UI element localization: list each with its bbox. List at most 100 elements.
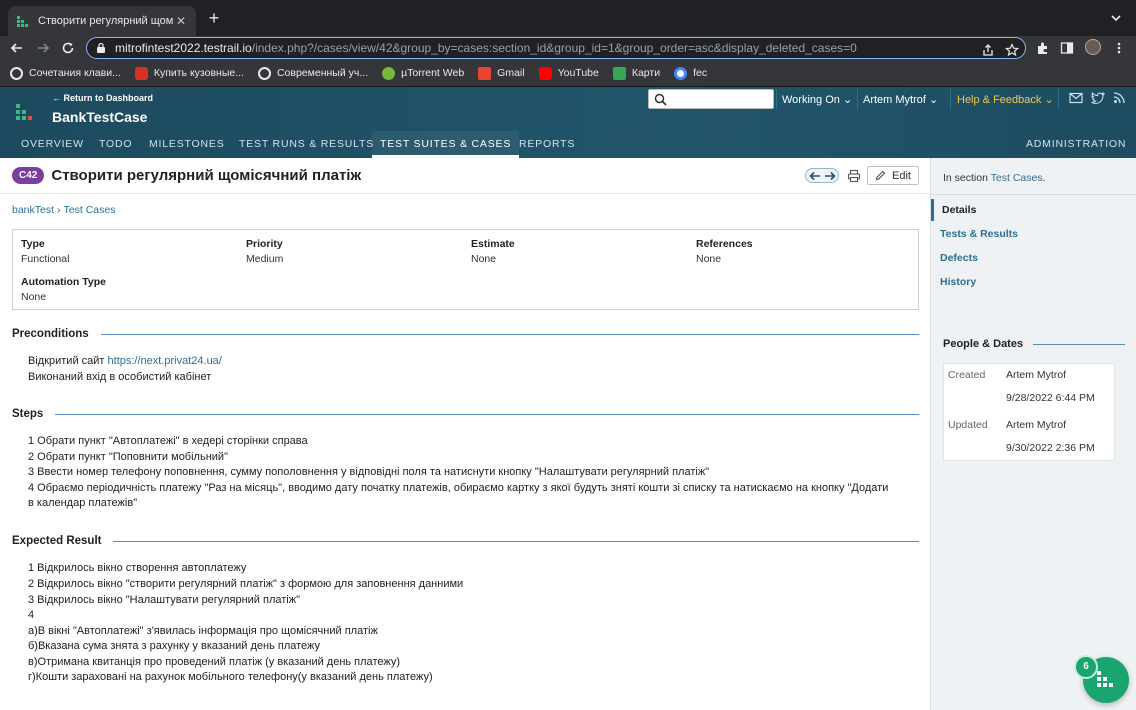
nav-milestones[interactable]: MILESTONES [149,131,225,158]
section-title: Preconditions [12,328,89,340]
working-on-menu[interactable]: Working On ⌄ [782,93,852,106]
in-section-link[interactable]: Test Cases [991,172,1043,184]
field-value: None [471,253,497,265]
precondition-link[interactable]: https://next.privat24.ua/ [108,355,222,367]
bookmark-star-icon[interactable] [1005,43,1019,57]
chevron-down-icon: ⌄ [929,94,939,106]
forward-icon[interactable] [35,40,51,56]
nav-reports[interactable]: REPORTS [519,131,575,158]
profile-avatar[interactable] [1085,39,1101,55]
section-divider [55,413,919,415]
nav-overview[interactable]: OVERVIEW [21,131,84,158]
header-search-input[interactable] [648,89,774,109]
expected-line: а)В вікні "Автоплатежі" з'явилась інформ… [28,625,378,637]
step-line: 3 Ввести номер телефону поповнення, сумм… [28,466,710,478]
expected-line: 1 Відкрилось вікно створення автоплатежу [28,562,247,574]
side-panel-icon[interactable] [1060,41,1074,55]
bookmark-item[interactable]: Современный уч... [257,66,368,80]
chevron-down-icon: ⌄ [842,94,853,106]
expected-line: 3 Відкрилось вікно "Налаштувати регулярн… [28,594,300,606]
precondition-line: Відкритий сайт https://next.privat24.ua/ [28,355,222,367]
header-divider [950,89,951,109]
created-label: Created [948,369,986,381]
print-icon[interactable] [847,169,861,183]
url-text: mitrofintest2022.testrail.io/index.php?/… [115,41,857,55]
rss-icon[interactable] [1113,92,1127,104]
testrail-logo-icon[interactable] [16,104,34,122]
field-label: Priority [246,238,283,250]
header-divider [1058,89,1059,109]
step-line: 2 Обрати пункт "Поповнити мобільний" [28,451,228,463]
address-bar[interactable]: mitrofintest2022.testrail.io/index.php?/… [86,37,1026,59]
chrome-menu-icon[interactable] [1112,41,1126,55]
breadcrumb-project-link[interactable]: bankTest [12,204,54,216]
bookmark-item[interactable]: Gmail [478,66,525,80]
testrail-logo-icon [1097,671,1113,687]
expected-result-header: Expected Result [12,535,919,547]
bookmark-item[interactable]: Купить кузовные... [134,66,244,80]
browser-tab-strip: Створити регулярний щомісячний платіж - … [0,0,1136,36]
bookmark-item[interactable]: µTorrent Web [382,66,464,80]
preconditions-header: Preconditions [12,328,919,340]
search-icon [654,93,667,106]
car-icon [134,66,148,80]
project-name[interactable]: BankTestCase [52,109,147,125]
bookmark-item[interactable]: YouTube [538,66,599,80]
page-title: Створити регулярний щомісячний платіж [51,167,362,184]
case-main-content: C42 Створити регулярний щомісячний платі… [0,158,930,710]
sidebar-tab-tests-results[interactable]: Tests & Results [931,223,1136,245]
created-by: Artem Mytrof [1006,369,1067,381]
share-icon[interactable] [981,43,995,57]
tab-search-chevron-icon[interactable] [1108,10,1124,26]
twitter-icon[interactable] [1091,92,1105,104]
arrow-left-icon[interactable] [809,171,821,181]
nav-todo[interactable]: TODO [99,131,132,158]
pencil-icon [875,170,886,181]
sidebar-divider [931,194,1136,195]
utorrent-icon [382,66,396,80]
arrow-right-icon[interactable] [824,171,836,181]
expected-line: в)Отримана квитанція про проведений плат… [28,656,400,668]
breadcrumb: bankTest › Test Cases [12,204,115,216]
browser-tab-title: Створити регулярний щомісячний платіж - … [38,15,174,27]
notification-count-badge[interactable]: 6 [1074,655,1098,679]
mail-icon[interactable] [1069,92,1083,104]
reload-icon[interactable] [60,40,76,56]
breadcrumb-separator: › [57,204,61,216]
return-to-dashboard-link[interactable]: ← Return to Dashboard [52,93,153,103]
header-divider [776,89,777,109]
google-icon [674,66,688,80]
sidebar-tab-details[interactable]: Details [931,199,1136,221]
browser-tab[interactable]: Створити регулярний щомісячний платіж - … [8,6,196,36]
section-title: Expected Result [12,535,102,547]
maps-icon [612,66,626,80]
help-feedback-menu[interactable]: Help & Feedback ⌄ [957,93,1054,106]
field-priority: Priority Medium [246,238,283,265]
back-icon[interactable] [9,40,25,56]
testrail-header: ← Return to Dashboard BankTestCase Worki… [0,87,1136,158]
section-divider [100,333,919,335]
field-estimate: Estimate None [471,238,515,265]
case-fields-box: Type Functional Priority Medium Estimate… [12,229,919,310]
nav-administration[interactable]: ADMINISTRATION [1026,131,1126,158]
bookmark-item[interactable]: Сочетания клави... [10,66,121,80]
sidebar-tab-history[interactable]: History [931,271,1136,293]
user-menu[interactable]: Artem Mytrof ⌄ [863,93,938,106]
bookmark-item[interactable]: Карти [612,66,660,80]
globe-icon [10,66,23,80]
bookmark-item[interactable]: fec [674,66,707,80]
nav-test-runs-results[interactable]: TEST RUNS & RESULTS [239,131,374,158]
breadcrumb-section-link[interactable]: Test Cases [64,204,116,216]
step-line: 4 Обраємо періодичність платежу "Раз на … [28,482,889,494]
edit-button[interactable]: Edit [867,166,919,185]
lock-icon[interactable] [95,42,107,54]
tab-close-icon[interactable]: ✕ [174,14,188,28]
bookmarks-bar: Сочетания клави... Купить кузовные... Со… [0,60,1136,87]
field-label: Type [21,238,45,250]
sidebar-tab-defects[interactable]: Defects [931,247,1136,269]
nav-test-suites-cases[interactable]: TEST SUITES & CASES [372,131,520,158]
extensions-puzzle-icon[interactable] [1036,41,1050,55]
people-dates-box: Created Artem Mytrof 9/28/2022 6:44 PM U… [943,363,1115,461]
new-tab-icon[interactable]: + [204,8,224,28]
field-references: References None [696,238,753,265]
